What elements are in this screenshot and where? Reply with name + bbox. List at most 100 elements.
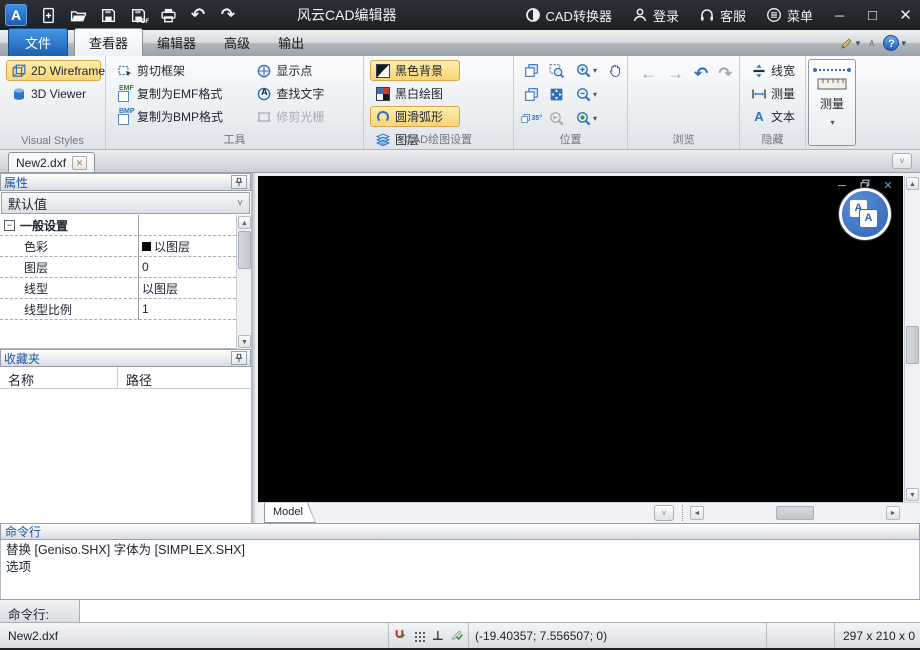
tab-advanced[interactable]: 高级 (210, 29, 264, 56)
save-as-pdf-button[interactable]: PDF (125, 4, 151, 26)
favorites-title: 收藏夹 (4, 351, 41, 366)
help-dropdown[interactable]: ▾ (901, 38, 906, 49)
menu-button[interactable]: 菜单 (758, 0, 821, 30)
pan-button[interactable] (604, 60, 626, 80)
print-button[interactable] (155, 4, 181, 26)
help-button[interactable]: ? ▾ (883, 35, 906, 51)
document-tab[interactable]: New2.dxf ✕ (8, 152, 96, 172)
scroll-down-icon[interactable]: ▼ (906, 488, 919, 501)
copy-view-button[interactable] (520, 84, 542, 104)
scrollbar-thumb[interactable] (776, 506, 814, 520)
grid-toggle-icon[interactable] (413, 629, 426, 642)
command-history[interactable]: 替换 [Geniso.SHX] 字体为 [SIMPLEX.SHX] 选项 (0, 540, 920, 599)
favorites-col-path[interactable]: 路径 (118, 367, 152, 388)
drawing-canvas[interactable]: ─ ✕ A A (258, 176, 903, 502)
measure-toggle[interactable]: 测量 (746, 83, 801, 104)
support-button[interactable]: 客服 (691, 0, 754, 30)
draw-toggle-icon[interactable] (451, 628, 464, 644)
new-file-button[interactable] (35, 4, 61, 26)
canvas-horizontal-scrollbar[interactable]: ◄ ► (688, 504, 902, 522)
zoom-window-button[interactable] (545, 60, 567, 80)
command-input[interactable] (80, 600, 920, 622)
preset-dropdown[interactable]: 默认值 ˅ (1, 192, 250, 214)
properties-scrollbar[interactable]: ▲ ▼ (236, 215, 251, 349)
scroll-down-icon[interactable]: ▼ (238, 335, 251, 348)
ortho-toggle-icon[interactable]: ⊥ (432, 628, 444, 644)
inner-minimize-button[interactable]: ─ (835, 180, 849, 192)
app-icon[interactable]: A (5, 4, 27, 26)
redo-button[interactable]: ↷ (215, 4, 241, 26)
tab-viewer[interactable]: 查看器 (74, 28, 144, 56)
property-row[interactable]: 线型比例 1 (0, 299, 236, 320)
minimize-button[interactable]: ─ (825, 0, 854, 30)
find-text-icon: A (256, 86, 272, 102)
document-tab-close-icon[interactable]: ✕ (72, 155, 88, 170)
measure-tool-dropdown[interactable]: ▾ (830, 118, 834, 127)
zoom-dynamic-dropdown[interactable]: ▾ (593, 114, 597, 123)
model-tab[interactable]: Model (264, 503, 316, 523)
bw-drawing-toggle[interactable]: 黑白绘图 (370, 83, 460, 104)
tab-editor[interactable]: 编辑器 (143, 29, 210, 56)
properties-header[interactable]: 属性 (0, 173, 251, 191)
black-background-toggle[interactable]: 黑色背景 (370, 60, 460, 81)
scrollbar-thumb[interactable] (906, 326, 919, 364)
clip-frame-button[interactable]: 剪切框架 (112, 60, 248, 81)
measure-tool-button[interactable]: 测量 ▾ (808, 59, 856, 146)
scroll-up-icon[interactable]: ▲ (906, 177, 919, 190)
tab-list-dropdown[interactable]: ˅ (892, 153, 912, 169)
layout-list-dropdown[interactable]: ˅ (654, 505, 674, 521)
property-row[interactable]: 线型 以图层 (0, 278, 236, 299)
line-width-toggle[interactable]: 线宽 (746, 60, 801, 81)
scroll-left-icon[interactable]: ◄ (690, 506, 704, 520)
pin-icon[interactable] (231, 351, 247, 365)
pin-icon[interactable] (231, 175, 247, 189)
favorites-list[interactable] (0, 389, 251, 523)
property-group-row[interactable]: − 一般设置 (0, 215, 236, 236)
property-row[interactable]: 图层 0 (0, 257, 236, 278)
convert-fab-button[interactable]: A A (839, 188, 891, 240)
collapse-box-icon[interactable]: − (4, 220, 15, 231)
copy-emf-button[interactable]: EMF 复制为EMF格式 (112, 83, 248, 104)
copy-bmp-button[interactable]: BMP 复制为BMP格式 (112, 106, 248, 127)
zoom-dynamic-button[interactable]: ▾ (570, 108, 602, 128)
annotate-button[interactable]: ▾ (839, 36, 861, 51)
smooth-arc-toggle[interactable]: 圆滑弧形 (370, 106, 460, 127)
3d-viewer-button[interactable]: 3D Viewer (6, 83, 101, 104)
zoom-in-dropdown[interactable]: ▾ (593, 66, 597, 75)
annotate-dropdown[interactable]: ▾ (856, 38, 861, 49)
scrollbar-thumb[interactable] (238, 231, 251, 269)
cad-converter-button[interactable]: CAD转换器 (517, 0, 620, 30)
zoom-extents-button[interactable] (545, 84, 567, 104)
favorites-col-name[interactable]: 名称 (0, 367, 118, 388)
favorites-header[interactable]: 收藏夹 (0, 349, 251, 367)
open-file-button[interactable] (65, 4, 91, 26)
close-button[interactable]: ✕ (891, 0, 920, 30)
property-row[interactable]: 色彩 以图层 (0, 236, 236, 257)
collapse-ribbon-button[interactable]: ∧ (868, 38, 875, 49)
command-prompt-label: 命令行: (0, 600, 80, 622)
canvas-vertical-scrollbar[interactable]: ▲ ▼ (904, 176, 920, 502)
pdf-badge: PDF (137, 19, 149, 25)
zoom-in-button[interactable]: ▾ (570, 60, 602, 80)
find-text-button[interactable]: A 查找文字 (251, 83, 355, 104)
rotate-angle-button[interactable]: 35° (520, 108, 542, 128)
save-button[interactable] (95, 4, 121, 26)
tab-file[interactable]: 文件 (8, 28, 69, 56)
text-toggle[interactable]: A 文本 (746, 106, 801, 127)
maximize-button[interactable]: □ (858, 0, 887, 30)
command-panel-header[interactable]: 命令行 (0, 523, 920, 540)
2d-wireframe-button[interactable]: 2D Wireframe (6, 60, 105, 81)
zoom-out-button[interactable]: ▾ (570, 84, 602, 104)
scroll-right-icon[interactable]: ► (886, 506, 900, 520)
group-caption: CAD绘图设置 (404, 134, 473, 146)
view-undo-button[interactable]: ↶ (694, 64, 708, 84)
scroll-up-icon[interactable]: ▲ (238, 216, 251, 229)
show-points-button[interactable]: 显示点 (251, 60, 355, 81)
zoom-out-dropdown[interactable]: ▾ (593, 90, 597, 99)
osnap-toggle-icon[interactable] (393, 628, 406, 644)
inner-close-button[interactable]: ✕ (881, 179, 895, 192)
rotate-view-button[interactable] (520, 60, 542, 80)
undo-button[interactable]: ↶ (185, 4, 211, 26)
tab-output[interactable]: 输出 (264, 29, 318, 56)
login-button[interactable]: 登录 (624, 0, 687, 30)
